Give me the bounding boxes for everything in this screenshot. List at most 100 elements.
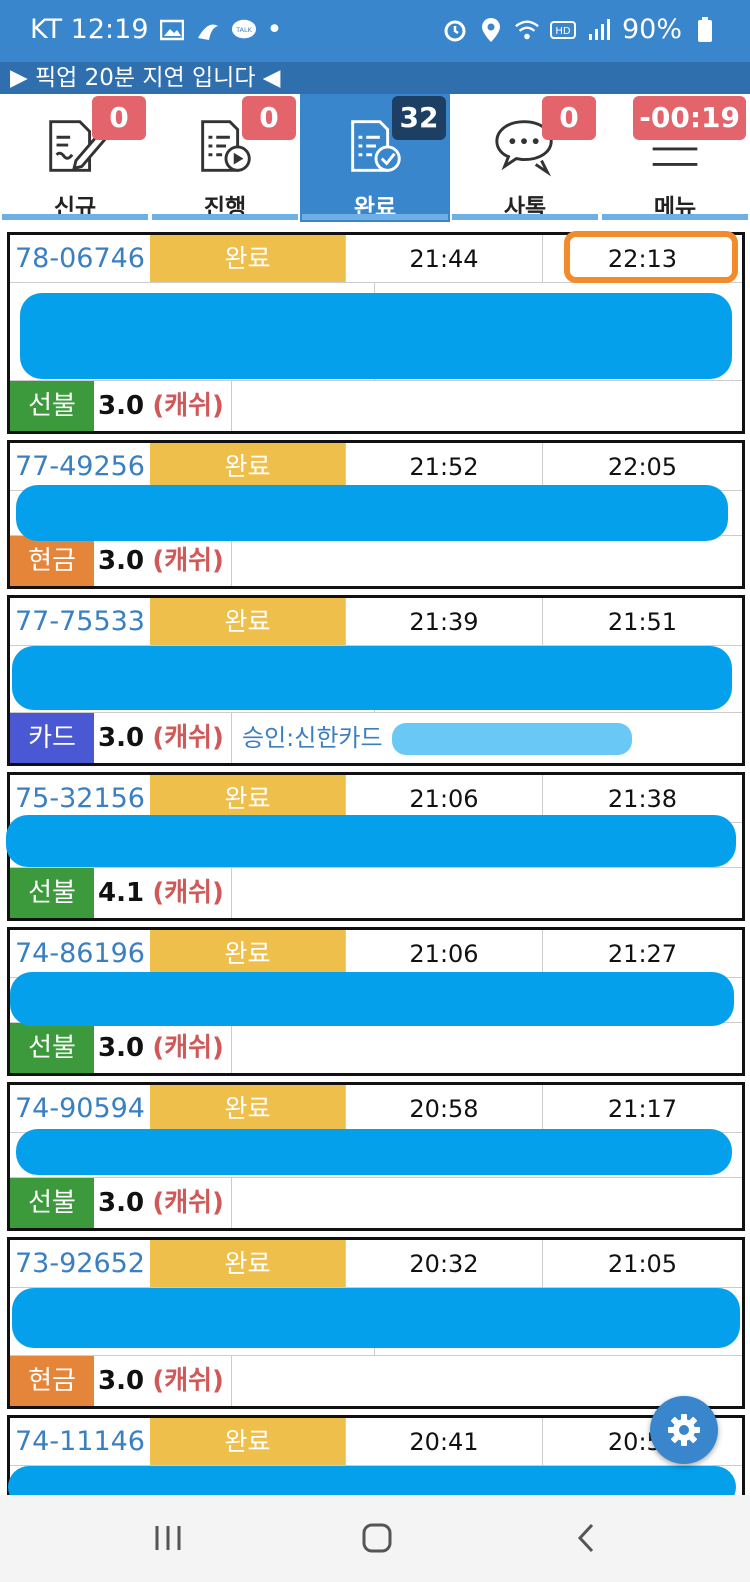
system-nav-bar	[0, 1495, 750, 1582]
back-icon	[577, 1523, 594, 1553]
order-time-end: 21:51	[542, 598, 742, 645]
order-card[interactable]: 77-75533 완료 21:39 21:51 카드 3.0 (캐쉬) 승인:신…	[7, 595, 745, 766]
home-button[interactable]	[352, 1513, 402, 1563]
order-card[interactable]: 75-32156 완료 21:06 21:38 선불 4.1 (캐쉬)	[6, 772, 745, 921]
order-card[interactable]: 73-92652 완료 20:32 21:05 현금 3.0 (캐쉬)	[7, 1237, 745, 1409]
app-notification-icon	[195, 19, 221, 41]
order-id[interactable]: 73-92652	[10, 1240, 150, 1287]
order-card[interactable]: 78-06746 완료 21:44 22:13 선불 3.0 (캐쉬)	[7, 231, 745, 434]
order-status: 완료	[150, 930, 345, 977]
battery-percent: 90%	[621, 14, 682, 45]
hd-voice-icon: HD	[549, 19, 576, 41]
fee-amount: 3.0	[98, 1033, 145, 1063]
redacted-address	[8, 1466, 736, 1495]
order-payment-row: 현금 3.0 (캐쉬)	[10, 536, 742, 586]
order-id[interactable]: 77-75533	[10, 598, 150, 645]
order-time-start: 20:41	[345, 1418, 542, 1465]
order-address-area	[10, 1288, 742, 1356]
tab-underline	[302, 214, 448, 220]
order-time-end: 21:17	[542, 1085, 742, 1132]
notification-dot: •	[266, 14, 283, 45]
tab-completed[interactable]: 32 완료	[300, 94, 450, 222]
tab-badge: 0	[542, 96, 596, 140]
order-card[interactable]: 74-11146 완료 20:41 20:57	[7, 1415, 745, 1495]
payment-type: 선불	[10, 868, 94, 918]
signal-icon	[586, 18, 612, 41]
home-icon	[362, 1523, 392, 1553]
payment-type: 선불	[10, 381, 94, 431]
approval-info	[232, 1178, 742, 1228]
order-status: 완료	[150, 1418, 345, 1465]
settings-button[interactable]	[650, 1396, 718, 1464]
order-status: 완료	[150, 235, 345, 282]
order-header-row: 78-06746 완료 21:44 22:13	[10, 231, 742, 283]
order-time-start: 21:44	[345, 235, 542, 282]
order-card[interactable]: 74-90594 완료 20:58 21:17 선불 3.0 (캐쉬)	[7, 1082, 745, 1231]
fee-amount: 3.0	[98, 1366, 145, 1396]
tab-new[interactable]: 0 신규	[0, 94, 150, 222]
tab-chat[interactable]: 0 사톡	[450, 94, 600, 222]
order-address-area	[6, 815, 742, 868]
order-list[interactable]: 78-06746 완료 21:44 22:13 선불 3.0 (캐쉬) 77-4…	[0, 230, 750, 1495]
order-payment-row: 선불 3.0 (캐쉬)	[10, 1023, 742, 1073]
order-header-row: 77-49256 완료 21:52 22:05	[10, 443, 742, 491]
order-header-row: 74-11146 완료 20:41 20:57	[10, 1418, 742, 1466]
status-bar: KT 12:19 TALK • HD 90%	[0, 0, 750, 62]
order-id[interactable]: 77-49256	[10, 443, 150, 490]
order-id[interactable]: 74-11146	[10, 1418, 150, 1465]
order-payment-row: 선불 3.0 (캐쉬)	[10, 381, 742, 431]
tab-badge: 0	[92, 96, 146, 140]
status-right: HD 90%	[442, 14, 718, 45]
location-icon	[478, 17, 504, 42]
tab-progress[interactable]: 0 진행	[150, 94, 300, 222]
approval-info	[232, 868, 742, 918]
tab-badge: 32	[392, 96, 446, 140]
order-status: 완료	[150, 443, 345, 490]
redacted-address	[20, 293, 732, 379]
order-fee: 3.0 (캐쉬)	[94, 1178, 232, 1228]
fee-cash-label: (캐쉬)	[152, 723, 224, 753]
redacted-card-number	[392, 723, 632, 755]
order-time-start: 21:39	[345, 598, 542, 645]
alarm-icon	[442, 19, 468, 41]
payment-type: 현금	[10, 1356, 94, 1406]
status-left: KT 12:19 TALK •	[30, 14, 282, 45]
gear-icon	[668, 1414, 700, 1446]
redacted-address	[12, 1288, 740, 1348]
payment-type: 현금	[10, 536, 94, 586]
tab-menu[interactable]: -00:19 메뉴	[600, 94, 750, 222]
fee-amount: 3.0	[98, 1188, 145, 1218]
order-card[interactable]: 74-86196 완료 21:06 21:27 선불 3.0 (캐쉬)	[7, 927, 745, 1076]
order-id[interactable]: 74-90594	[10, 1085, 150, 1132]
order-time-end: 21:27	[542, 930, 742, 977]
tab-underline	[2, 214, 148, 220]
order-time-start: 21:52	[345, 443, 542, 490]
order-status: 완료	[150, 598, 345, 645]
gallery-icon	[159, 19, 185, 41]
order-id[interactable]: 74-86196	[10, 930, 150, 977]
approval-info	[232, 1023, 742, 1073]
order-fee: 3.0 (캐쉬)	[94, 536, 232, 586]
tab-badge: 0	[242, 96, 296, 140]
order-status: 완료	[150, 1085, 345, 1132]
tab-underline	[452, 214, 598, 220]
order-address-area	[8, 1466, 742, 1495]
redacted-address	[16, 1129, 732, 1175]
fee-amount: 3.0	[98, 546, 145, 576]
order-id[interactable]: 78-06746	[10, 235, 150, 282]
back-button[interactable]	[562, 1513, 612, 1563]
recent-apps-button[interactable]	[143, 1513, 193, 1563]
approval-text: 승인:신한카드	[242, 724, 383, 752]
pickup-delay-notice: ▶ 픽업 20분 지연 입니다 ◀	[0, 62, 750, 94]
redacted-address	[10, 972, 734, 1026]
order-address-area	[10, 972, 742, 1026]
kakaotalk-icon: TALK	[231, 19, 257, 41]
order-fee: 4.1 (캐쉬)	[94, 868, 232, 918]
redacted-address	[12, 646, 732, 710]
order-time-start: 21:06	[345, 930, 542, 977]
order-fee: 3.0 (캐쉬)	[94, 381, 232, 431]
order-card[interactable]: 77-49256 완료 21:52 22:05 현금 3.0 (캐쉬)	[7, 440, 745, 589]
fee-cash-label: (캐쉬)	[152, 878, 224, 908]
payment-type: 카드	[10, 713, 94, 763]
order-time-start: 20:58	[345, 1085, 542, 1132]
